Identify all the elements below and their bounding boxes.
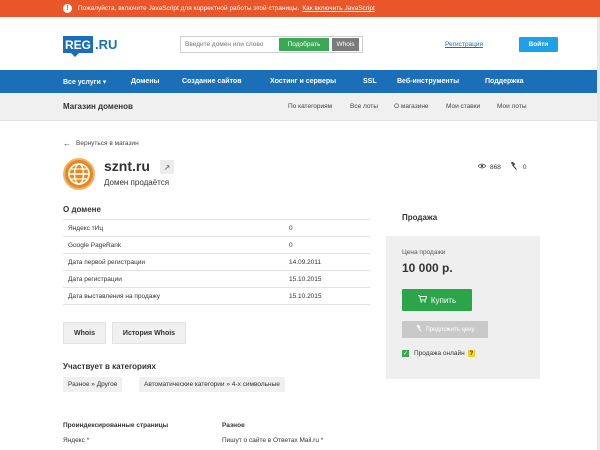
warning-icon: ! <box>63 4 72 13</box>
nav-support[interactable]: Поддержка <box>485 78 524 85</box>
table-row: Дата первой регистрации 14.09.2011 <box>63 253 370 271</box>
categories-heading: Участвует в категориях <box>63 362 156 371</box>
gavel-icon <box>415 324 423 334</box>
help-icon[interactable]: ? <box>467 350 475 357</box>
pick-domain-button[interactable]: Подобрать <box>279 38 329 51</box>
row-label: Дата выставления на продажу <box>63 287 284 305</box>
online-sale-option: ✓ Продажа онлайн ? <box>402 350 475 357</box>
login-button[interactable]: Войти <box>519 37 558 52</box>
logo-box: REG <box>63 36 93 57</box>
nav-all-services[interactable]: Все услуги ▾ <box>63 78 106 86</box>
views-count: 868 <box>490 163 501 171</box>
lot-stats: 868 0 <box>477 161 527 172</box>
row-label: Яндекс тИц <box>63 219 284 237</box>
bids-count: 0 <box>522 163 527 171</box>
table-row: Google PageRank 0 <box>63 236 370 254</box>
domain-status: Домен продаётся <box>104 178 170 187</box>
nav-domains[interactable]: Домены <box>131 78 160 85</box>
nav-ssl[interactable]: SSL <box>363 78 377 85</box>
nav-hosting[interactable]: Хостинг и серверы <box>270 78 336 85</box>
row-value: 15.10.2015 <box>284 270 370 288</box>
shop-title: Магазин доменов <box>63 102 133 111</box>
globe-icon <box>63 158 95 190</box>
shop-link-categories[interactable]: По категориям <box>288 103 332 110</box>
misc-value: Пишут о сайте в Ответах Mail.ru * <box>222 437 324 444</box>
table-row: Яндекс тИц 0 <box>63 219 370 237</box>
back-to-shop-link[interactable]: ← Вернуться в магазин <box>63 139 139 148</box>
indexed-yandex: Яндекс * <box>63 437 90 444</box>
row-label: Дата первой регистрации <box>63 253 284 271</box>
table-row: Дата выставления на продажу 15.10.2015 <box>63 287 370 305</box>
enable-javascript-link[interactable]: Как включить JavaScript <box>302 5 374 12</box>
whois-button[interactable]: Whois <box>63 322 106 344</box>
external-link-icon[interactable]: ↗ <box>160 160 174 174</box>
logo-text: .RU <box>95 37 118 52</box>
shop-link-about[interactable]: О магазине <box>394 103 429 110</box>
main-nav: Все услуги ▾ Домены Создание сайтов Хост… <box>0 70 600 93</box>
price-label: Цена продажи <box>402 249 446 256</box>
price-value: 10 000 р. <box>402 261 453 275</box>
domain-name: sznt.ru <box>104 158 150 174</box>
row-value: 0 <box>284 236 370 254</box>
register-link[interactable]: Регистрация <box>445 41 483 48</box>
domain-search: Подобрать Whois <box>180 36 363 53</box>
row-value: 15.10.2015 <box>284 287 370 305</box>
misc-heading: Разное <box>222 422 245 429</box>
domain-shop-bar: Магазин доменов По категориям Все лоты О… <box>0 93 600 121</box>
eye-icon <box>477 163 487 171</box>
arrow-left-icon: ← <box>63 139 71 148</box>
back-link-label: Вернуться в магазин <box>76 140 139 147</box>
buy-button[interactable]: Купить <box>402 289 472 311</box>
shop-link-my-lots[interactable]: Мои лоты <box>497 103 527 110</box>
gavel-icon <box>509 161 517 172</box>
row-value: 14.09.2011 <box>284 253 370 271</box>
whois-search-button[interactable]: Whois <box>332 38 359 51</box>
javascript-warning-bar: ! Пожалуйста, включите JavaScript для ко… <box>0 0 600 17</box>
domain-info-table: Яндекс тИц 0 Google PageRank 0 Дата перв… <box>63 219 370 305</box>
nav-web-tools[interactable]: Веб-инструменты <box>397 78 459 85</box>
offer-price-button[interactable]: Предложить цену <box>402 321 488 338</box>
category-tag[interactable]: Разное » Другое <box>63 377 123 392</box>
site-header: REG .RU Подобрать Whois Регистрация Войт… <box>0 17 600 70</box>
row-label: Дата регистрации <box>63 270 284 288</box>
domain-search-input[interactable] <box>181 37 277 52</box>
shop-link-all-lots[interactable]: Все лоты <box>350 103 378 110</box>
row-label: Google PageRank <box>63 236 284 254</box>
buy-label: Купить <box>430 295 457 305</box>
category-tag[interactable]: Автоматические категории » 4-х символьны… <box>139 377 285 392</box>
offer-label: Предложить цену <box>425 326 475 333</box>
nav-website-builder[interactable]: Создание сайтов <box>182 78 242 85</box>
table-row: Дата регистрации 15.10.2015 <box>63 270 370 288</box>
about-domain-heading: О домене <box>63 205 101 214</box>
online-sale-label: Продажа онлайн <box>414 350 465 357</box>
shop-link-my-bids[interactable]: Мои ставки <box>446 103 480 110</box>
cart-icon <box>417 295 428 305</box>
checkbox-checked-icon[interactable]: ✓ <box>402 350 409 357</box>
row-value: 0 <box>284 219 370 237</box>
reg-ru-logo[interactable]: REG .RU <box>63 36 118 57</box>
whois-history-button[interactable]: История Whois <box>112 322 186 344</box>
warning-text: Пожалуйста, включите JavaScript для корр… <box>78 5 300 12</box>
sale-heading: Продажа <box>402 213 438 222</box>
indexed-pages-heading: Проиндексированные страницы <box>63 422 169 429</box>
